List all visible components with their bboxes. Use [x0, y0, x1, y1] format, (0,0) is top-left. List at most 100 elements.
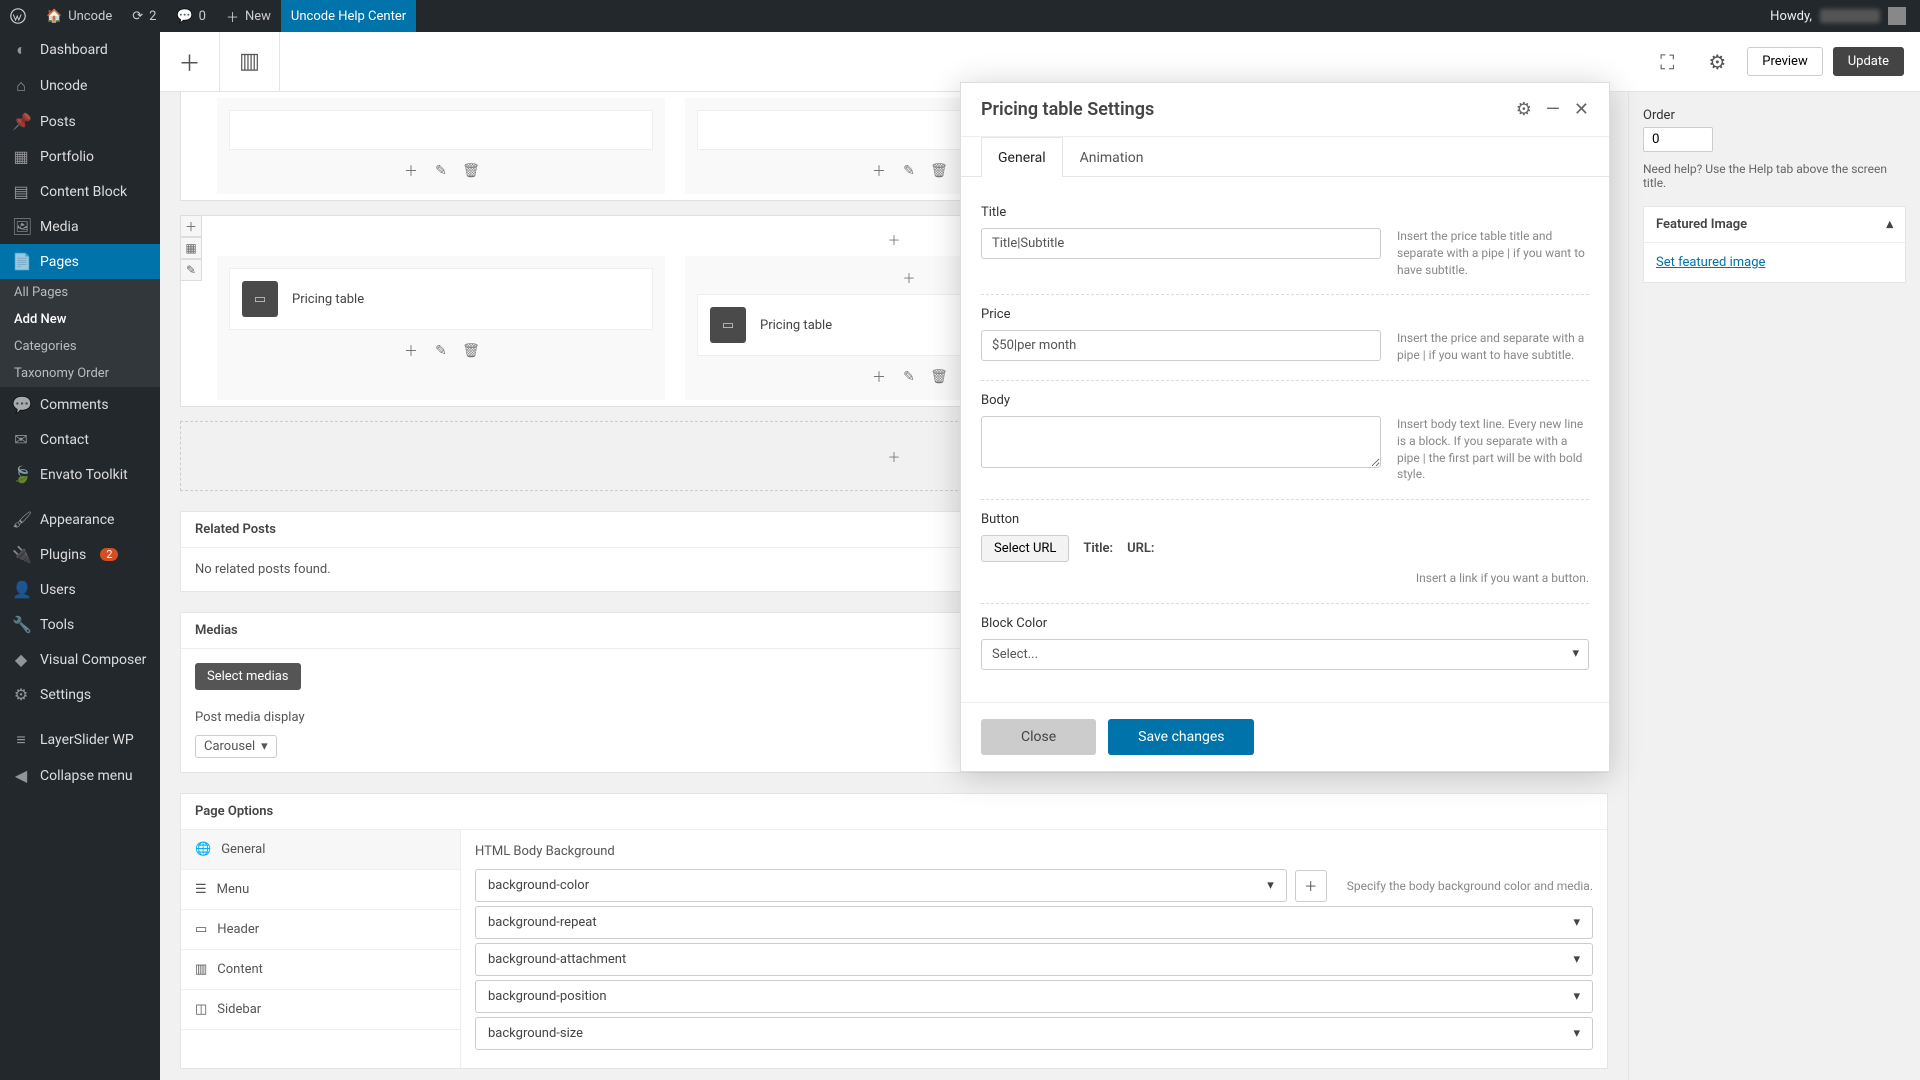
- add-icon[interactable]: ＋: [868, 366, 890, 388]
- avatar[interactable]: [1888, 7, 1906, 25]
- sidebar-item-appearance[interactable]: 🖌Appearance: [0, 502, 160, 537]
- pricing-table-element[interactable]: ▭ Pricing table: [229, 268, 653, 330]
- pricing-label: Pricing table: [760, 318, 832, 333]
- templates-button[interactable]: ▥: [220, 32, 280, 92]
- sidebar-item-visual-composer[interactable]: ◆Visual Composer: [0, 642, 160, 677]
- modal-tab-animation[interactable]: Animation: [1063, 137, 1161, 176]
- modal-close-button[interactable]: Close: [981, 719, 1096, 755]
- sidebar-item-users[interactable]: 👤Users: [0, 572, 160, 607]
- order-input[interactable]: [1643, 127, 1713, 152]
- settings-icon[interactable]: ⚙: [1697, 42, 1737, 82]
- sidebar-icon: ◫: [195, 1002, 207, 1017]
- sub-categories[interactable]: Categories: [0, 333, 160, 360]
- modal-minimize-icon[interactable]: —: [1546, 99, 1560, 120]
- mail-icon: ✉: [12, 430, 30, 449]
- edit-icon[interactable]: ✎: [430, 340, 452, 362]
- block-color-select[interactable]: Select...: [981, 639, 1589, 670]
- collapse-icon: ◀: [12, 766, 30, 785]
- brush-icon: 🖌: [12, 510, 30, 529]
- title-hint: Insert the price table title and separat…: [1397, 228, 1589, 278]
- new-content[interactable]: ＋New: [216, 0, 281, 32]
- row-add-icon[interactable]: ＋: [180, 215, 202, 237]
- sidebar-item-comments[interactable]: 💬Comments: [0, 387, 160, 422]
- po-tab-general[interactable]: 🌐General: [181, 830, 460, 870]
- element-placeholder[interactable]: [229, 110, 653, 150]
- sidebar-item-dashboard[interactable]: ◐Dashboard: [0, 32, 160, 68]
- sidebar-item-pages[interactable]: 📄Pages: [0, 244, 160, 279]
- select-url-button[interactable]: Select URL: [981, 535, 1069, 562]
- po-tab-sidebar[interactable]: ◫Sidebar: [181, 990, 460, 1030]
- modal-settings-icon[interactable]: ⚙: [1516, 99, 1532, 120]
- sidebar-item-tools[interactable]: 🔧Tools: [0, 607, 160, 642]
- post-media-display-select[interactable]: Carousel▾: [195, 735, 277, 758]
- modal-tab-general[interactable]: General: [981, 137, 1063, 177]
- comments-count[interactable]: 💬0: [166, 0, 216, 32]
- sidebar-item-content-block[interactable]: ▤Content Block: [0, 174, 160, 209]
- add-col-icon[interactable]: ＋: [898, 266, 920, 288]
- sidebar-item-layerslider[interactable]: ≡LayerSlider WP: [0, 722, 160, 758]
- howdy-label: Howdy,: [1770, 9, 1812, 24]
- po-tab-menu[interactable]: ☰Menu: [181, 870, 460, 910]
- acc-bg-repeat[interactable]: background-repeat▾: [475, 906, 1593, 939]
- delete-icon[interactable]: 🗑: [928, 160, 950, 182]
- site-name[interactable]: 🏠Uncode: [36, 0, 122, 32]
- acc-bg-size[interactable]: background-size▾: [475, 1017, 1593, 1050]
- help-center[interactable]: Uncode Help Center: [281, 0, 416, 32]
- sidebar-item-portfolio[interactable]: ▦Portfolio: [0, 139, 160, 174]
- update-button[interactable]: Update: [1833, 47, 1904, 76]
- edit-icon[interactable]: ✎: [430, 160, 452, 182]
- delete-icon[interactable]: 🗑: [460, 160, 482, 182]
- title-input[interactable]: [981, 228, 1381, 259]
- chevron-down-icon: ▾: [1573, 952, 1580, 967]
- acc-add-button[interactable]: ＋: [1295, 870, 1327, 902]
- body-textarea[interactable]: [981, 416, 1381, 468]
- featured-image-toggle[interactable]: Featured Image ▴: [1644, 207, 1905, 243]
- wp-logo[interactable]: [0, 0, 36, 32]
- user-icon: 👤: [12, 580, 30, 599]
- block-color-label: Block Color: [981, 616, 1589, 631]
- username-redacted: [1820, 9, 1880, 23]
- acc-bg-position[interactable]: background-position▾: [475, 980, 1593, 1013]
- sidebar-item-posts[interactable]: 📌Posts: [0, 104, 160, 139]
- updates[interactable]: ⟳2: [122, 0, 166, 32]
- sidebar-item-uncode[interactable]: ⌂Uncode: [0, 68, 160, 104]
- set-featured-image-link[interactable]: Set featured image: [1656, 255, 1765, 270]
- po-tab-content[interactable]: ▥Content: [181, 950, 460, 990]
- add-col-icon[interactable]: ＋: [883, 228, 905, 250]
- sidebar-item-contact[interactable]: ✉Contact: [0, 422, 160, 457]
- sidebar-item-plugins[interactable]: 🔌Plugins2: [0, 537, 160, 572]
- sidebar-item-collapse[interactable]: ◀Collapse menu: [0, 758, 160, 793]
- row-columns-icon[interactable]: ▦: [180, 237, 202, 259]
- plugins-badge: 2: [100, 548, 118, 561]
- modal-save-button[interactable]: Save changes: [1108, 719, 1254, 755]
- sub-taxonomy-order[interactable]: Taxonomy Order: [0, 360, 160, 387]
- modal-close-icon[interactable]: ✕: [1574, 99, 1589, 120]
- add-element-button[interactable]: ＋: [160, 32, 220, 92]
- select-medias-button[interactable]: Select medias: [195, 663, 301, 690]
- row-edit-icon[interactable]: ✎: [180, 259, 202, 281]
- title-field-label: Title: [981, 205, 1589, 220]
- sub-add-new[interactable]: Add New: [0, 306, 160, 333]
- add-icon[interactable]: ＋: [868, 160, 890, 182]
- po-tab-header[interactable]: ▭Header: [181, 910, 460, 950]
- right-sidebar: Order Need help? Use the Help tab above …: [1628, 92, 1920, 1080]
- add-icon[interactable]: ＋: [400, 160, 422, 182]
- edit-icon[interactable]: ✎: [898, 366, 920, 388]
- acc-bg-color[interactable]: background-color▾: [475, 869, 1287, 902]
- fullscreen-icon[interactable]: ⛶: [1647, 42, 1687, 82]
- add-icon[interactable]: ＋: [400, 340, 422, 362]
- pricing-settings-modal: Pricing table Settings ⚙ — ✕ General Ani…: [960, 82, 1610, 772]
- delete-icon[interactable]: 🗑: [928, 366, 950, 388]
- sidebar-item-envato[interactable]: 🍃Envato Toolkit: [0, 457, 160, 492]
- preview-button[interactable]: Preview: [1747, 47, 1822, 76]
- admin-sidebar: ◐Dashboard ⌂Uncode 📌Posts ▦Portfolio ▤Co…: [0, 32, 160, 1080]
- acc-bg-attachment[interactable]: background-attachment▾: [475, 943, 1593, 976]
- sub-all-pages[interactable]: All Pages: [0, 279, 160, 306]
- price-input[interactable]: [981, 330, 1381, 361]
- sidebar-item-media[interactable]: 🖼Media: [0, 209, 160, 244]
- add-icon[interactable]: ＋: [883, 445, 905, 467]
- edit-icon[interactable]: ✎: [898, 160, 920, 182]
- sidebar-item-settings[interactable]: ⚙Settings: [0, 677, 160, 712]
- delete-icon[interactable]: 🗑: [460, 340, 482, 362]
- plugin-icon: 🔌: [12, 545, 30, 564]
